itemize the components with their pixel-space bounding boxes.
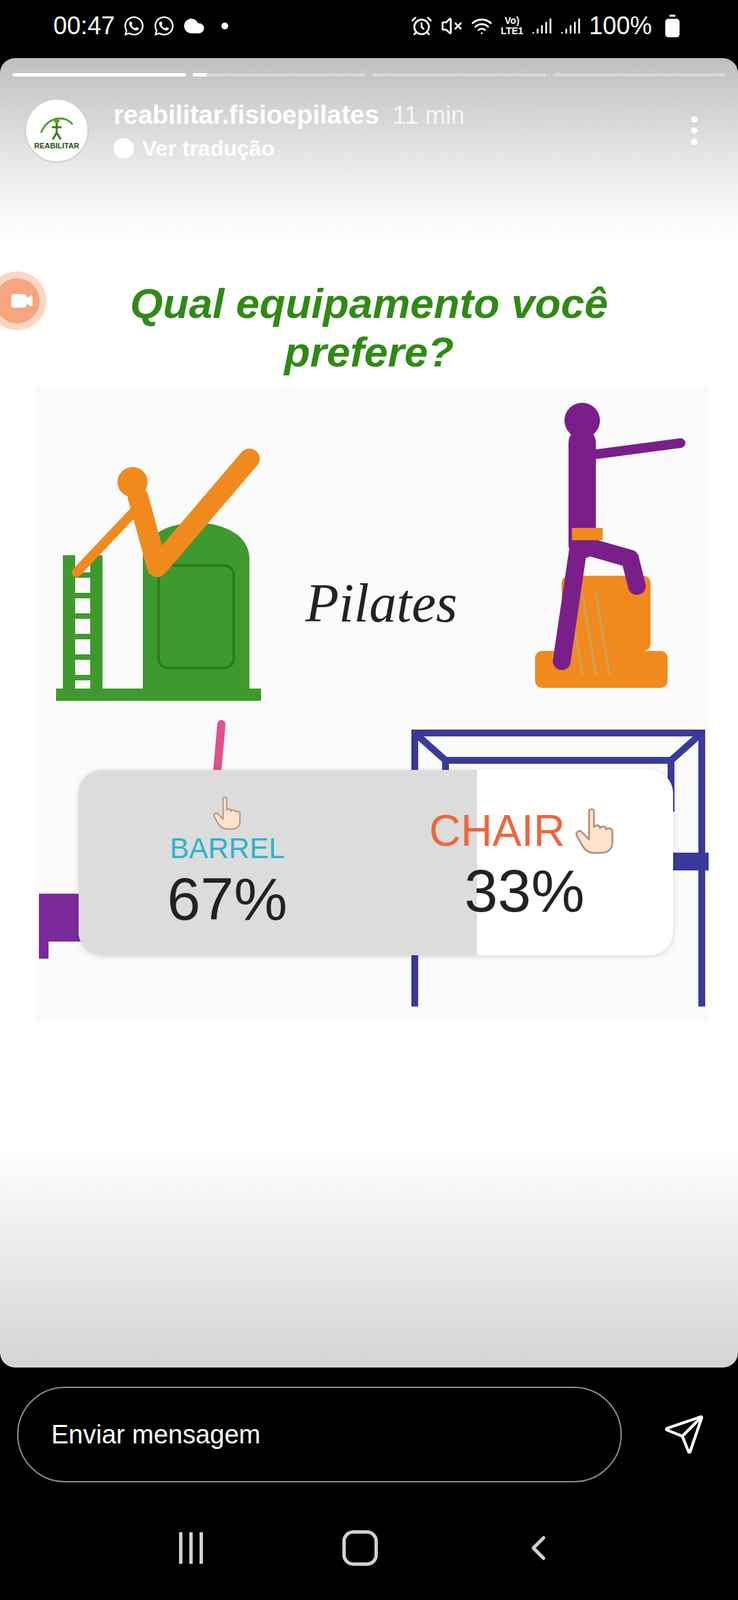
screen: 00:47 Vo)LTE1 100% REABILITAR reabilitar.fis… <box>0 0 738 1599</box>
poll-option-percent: 33% <box>463 860 585 921</box>
volte-label: Vo)LTE1 <box>500 15 524 36</box>
story-title: Qual equipamento você prefere? <box>61 278 677 377</box>
story-header: REABILITAR reabilitar.fisioepilates 11 min… <box>0 76 738 163</box>
camera-badge[interactable] <box>0 271 47 331</box>
message-bar: Enviar mensagem <box>0 1385 738 1482</box>
post-time: 11 min <box>392 99 465 131</box>
mute-icon <box>440 15 463 37</box>
signal-icon <box>531 15 553 37</box>
recent-apps-icon[interactable] <box>179 1531 203 1563</box>
avatar[interactable]: REABILITAR <box>24 98 89 163</box>
back-icon[interactable] <box>517 1526 559 1568</box>
translate-link[interactable]: Ver tradução <box>142 134 275 162</box>
poll-option-label: BARREL <box>169 830 285 867</box>
avatar-text: REABILITAR <box>34 142 80 150</box>
signal-icon <box>560 15 581 37</box>
logo-icon <box>38 112 76 143</box>
poll-option[interactable]: CHAIR33% <box>375 769 674 955</box>
poll-sticker[interactable]: BARREL67%CHAIR33% <box>78 769 674 955</box>
send-icon[interactable] <box>662 1412 706 1455</box>
image-caption: Pilates <box>305 575 458 631</box>
story-image: PilatesBARREL67%CHAIR33% <box>35 387 709 1020</box>
wifi-icon <box>470 15 493 37</box>
message-input[interactable]: Enviar mensagem <box>17 1385 622 1482</box>
progress-segment <box>192 73 367 77</box>
progress-segment <box>552 73 727 77</box>
progress-segment <box>12 73 186 77</box>
battery-icon <box>660 13 685 39</box>
alarm-icon <box>410 15 433 37</box>
translate-icon <box>113 138 134 159</box>
more-options-icon[interactable] <box>675 111 714 150</box>
home-icon[interactable] <box>342 1529 378 1565</box>
status-bar: 00:47 Vo)LTE1 100% <box>0 0 738 52</box>
cloud-icon <box>183 15 205 37</box>
battery-text: 100% <box>589 7 652 45</box>
poll-option-percent: 67% <box>166 868 287 929</box>
status-time: 00:47 <box>53 7 115 45</box>
progress-segment <box>372 73 546 77</box>
story-card: REABILITAR reabilitar.fisioepilates 11 min… <box>0 58 738 1367</box>
whatsapp-icon <box>123 15 145 37</box>
poll-option[interactable]: BARREL67% <box>78 769 376 955</box>
poll-option-label: CHAIR <box>429 802 566 858</box>
progress-bars <box>0 58 738 77</box>
pointing-hand-icon <box>570 805 620 855</box>
navigation-bar <box>0 1481 738 1599</box>
dot-icon <box>221 22 229 30</box>
whatsapp-icon <box>153 15 175 37</box>
camera-icon <box>10 289 34 313</box>
pointing-hand-icon <box>209 794 246 831</box>
username[interactable]: reabilitar.fisioepilates <box>113 99 380 132</box>
